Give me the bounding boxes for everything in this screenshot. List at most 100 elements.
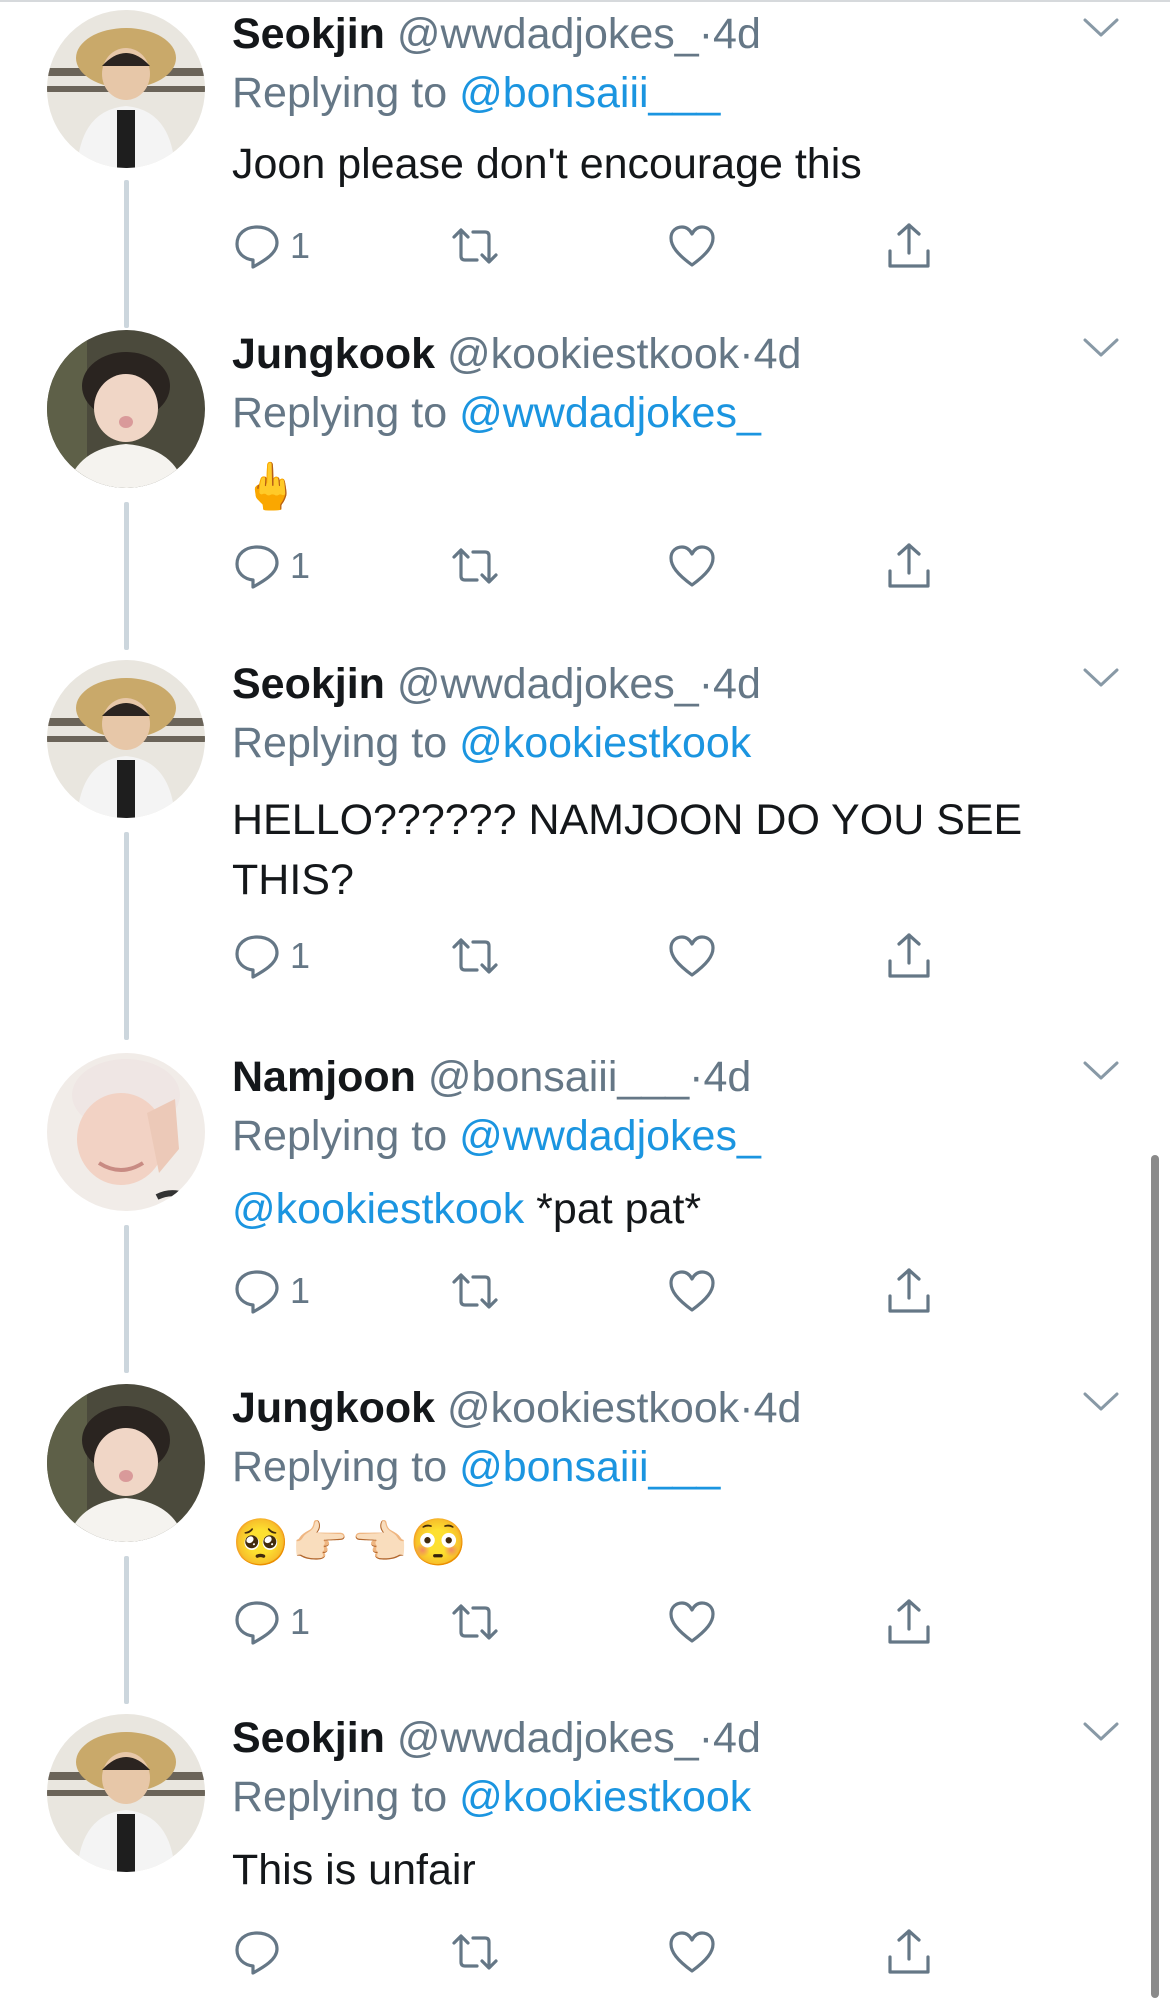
thread-connector	[124, 1225, 129, 1373]
timestamp[interactable]: 4d	[713, 10, 761, 58]
user-handle[interactable]: @bonsaiii___	[428, 1053, 689, 1101]
user-handle[interactable]: @wwdadjokes_	[397, 1714, 699, 1762]
share-icon	[888, 1599, 930, 1644]
chevron-down-icon[interactable]	[1082, 666, 1120, 690]
retweet-icon	[452, 938, 498, 974]
retweet-button[interactable]	[450, 538, 500, 594]
chevron-down-icon[interactable]	[1082, 1390, 1120, 1414]
retweet-button[interactable]	[450, 218, 500, 274]
tweet-emoji: 🥺👉🏻👈🏻😳	[232, 1516, 470, 1568]
separator-dot: ·	[698, 1714, 714, 1762]
replying-to-mention[interactable]: @wwdadjokes_	[459, 1112, 761, 1160]
separator-dot: ·	[739, 330, 754, 378]
replying-to-label: Replying to	[232, 719, 460, 767]
chevron-down-icon[interactable]	[1082, 336, 1120, 360]
like-button[interactable]	[667, 1263, 717, 1319]
chevron-down-icon[interactable]	[1082, 1059, 1120, 1083]
avatar[interactable]	[47, 1384, 205, 1542]
retweet-button[interactable]	[450, 928, 500, 984]
retweet-button[interactable]	[450, 1924, 500, 1980]
retweet-icon	[452, 1273, 498, 1309]
share-icon	[888, 223, 930, 268]
display-name[interactable]: Namjoon	[232, 1053, 416, 1101]
replying-to-mention[interactable]: @kookiestkook	[459, 1773, 751, 1821]
reply-count: 1	[290, 225, 311, 266]
text-mention[interactable]: @kookiestkook	[232, 1185, 524, 1233]
avatar[interactable]	[47, 1053, 205, 1211]
display-name[interactable]: Seokjin	[232, 1714, 385, 1762]
replying-to-mention[interactable]: @wwdadjokes_	[459, 389, 761, 437]
share-button[interactable]	[884, 1594, 934, 1650]
like-button[interactable]	[667, 538, 717, 594]
avatar[interactable]	[47, 10, 205, 168]
user-handle[interactable]: @wwdadjokes_	[397, 660, 699, 708]
chevron-down-icon[interactable]	[1082, 16, 1120, 40]
reply-button[interactable]: 1	[232, 538, 310, 594]
like-button[interactable]	[667, 1594, 717, 1650]
share-icon	[888, 543, 930, 588]
thread-connector	[124, 832, 129, 1040]
replying-to-mention[interactable]: @bonsaiii___	[459, 1443, 720, 1491]
share-button[interactable]	[884, 538, 934, 594]
avatar[interactable]	[47, 330, 205, 488]
reply-button[interactable]: 1	[232, 928, 310, 984]
share-icon	[888, 1268, 930, 1313]
avatar[interactable]	[47, 1714, 205, 1872]
like-icon	[669, 1931, 715, 1973]
display-name[interactable]: Jungkook	[232, 1384, 435, 1432]
avatar[interactable]	[47, 660, 205, 818]
replying-to-mention[interactable]: @kookiestkook	[459, 719, 751, 767]
display-name[interactable]: Seokjin	[232, 660, 385, 708]
tweet-text: @kookiestkook *pat pat*	[232, 1179, 1092, 1239]
reply-button[interactable]	[232, 1924, 290, 1980]
tweet-text: This is unfair	[232, 1846, 476, 1894]
retweet-icon	[452, 228, 498, 264]
tweet-text: Joon please don't encourage this	[232, 140, 862, 188]
timestamp[interactable]: 4d	[713, 660, 761, 708]
reply-count: 1	[290, 1601, 311, 1642]
thread-connector	[124, 1556, 129, 1704]
retweet-button[interactable]	[450, 1263, 500, 1319]
scrollbar[interactable]	[1151, 1155, 1159, 1998]
share-button[interactable]	[884, 1263, 934, 1319]
user-handle[interactable]: @wwdadjokes_	[397, 10, 699, 58]
reply-button[interactable]: 1	[232, 1594, 310, 1650]
replying-to-label: Replying to	[232, 1443, 460, 1491]
separator-dot: ·	[689, 1053, 704, 1101]
share-button[interactable]	[884, 1924, 934, 1980]
timestamp[interactable]: 4d	[713, 1714, 761, 1762]
reply-button[interactable]: 1	[232, 218, 310, 274]
like-button[interactable]	[667, 1924, 717, 1980]
chevron-down-icon[interactable]	[1082, 1720, 1120, 1744]
timestamp[interactable]: 4d	[754, 330, 802, 378]
retweet-button[interactable]	[450, 1594, 500, 1650]
tweet-actions: 1	[232, 538, 952, 594]
tweet-actions: 1	[232, 1263, 952, 1319]
display-name[interactable]: Seokjin	[232, 10, 385, 58]
display-name[interactable]: Jungkook	[232, 330, 435, 378]
retweet-icon	[452, 1604, 498, 1640]
reply-button[interactable]: 1	[232, 1263, 310, 1319]
tweet-actions: 1	[232, 218, 952, 274]
timestamp[interactable]: 4d	[754, 1384, 802, 1432]
reply-icon	[235, 1931, 279, 1975]
like-icon	[669, 545, 715, 587]
timestamp[interactable]: 4d	[703, 1053, 751, 1101]
share-button[interactable]	[884, 218, 934, 274]
replying-to: Replying to @wwdadjokes_	[232, 387, 761, 439]
tweet-actions: 1	[232, 1594, 952, 1650]
reply-count: 1	[290, 1270, 311, 1311]
separator-dot: ·	[739, 1384, 754, 1432]
tweet-actions	[232, 1924, 952, 1980]
user-handle[interactable]: @kookiestkook	[447, 330, 739, 378]
share-button[interactable]	[884, 928, 934, 984]
replying-to-label: Replying to	[232, 1112, 460, 1160]
replying-to: Replying to @wwdadjokes_	[232, 1110, 761, 1162]
reply-count: 1	[290, 545, 311, 586]
reply-icon	[235, 545, 279, 589]
replying-to: Replying to @kookiestkook	[232, 1771, 751, 1823]
like-button[interactable]	[667, 928, 717, 984]
user-handle[interactable]: @kookiestkook	[447, 1384, 739, 1432]
replying-to-mention[interactable]: @bonsaiii___	[459, 69, 720, 117]
like-button[interactable]	[667, 218, 717, 274]
